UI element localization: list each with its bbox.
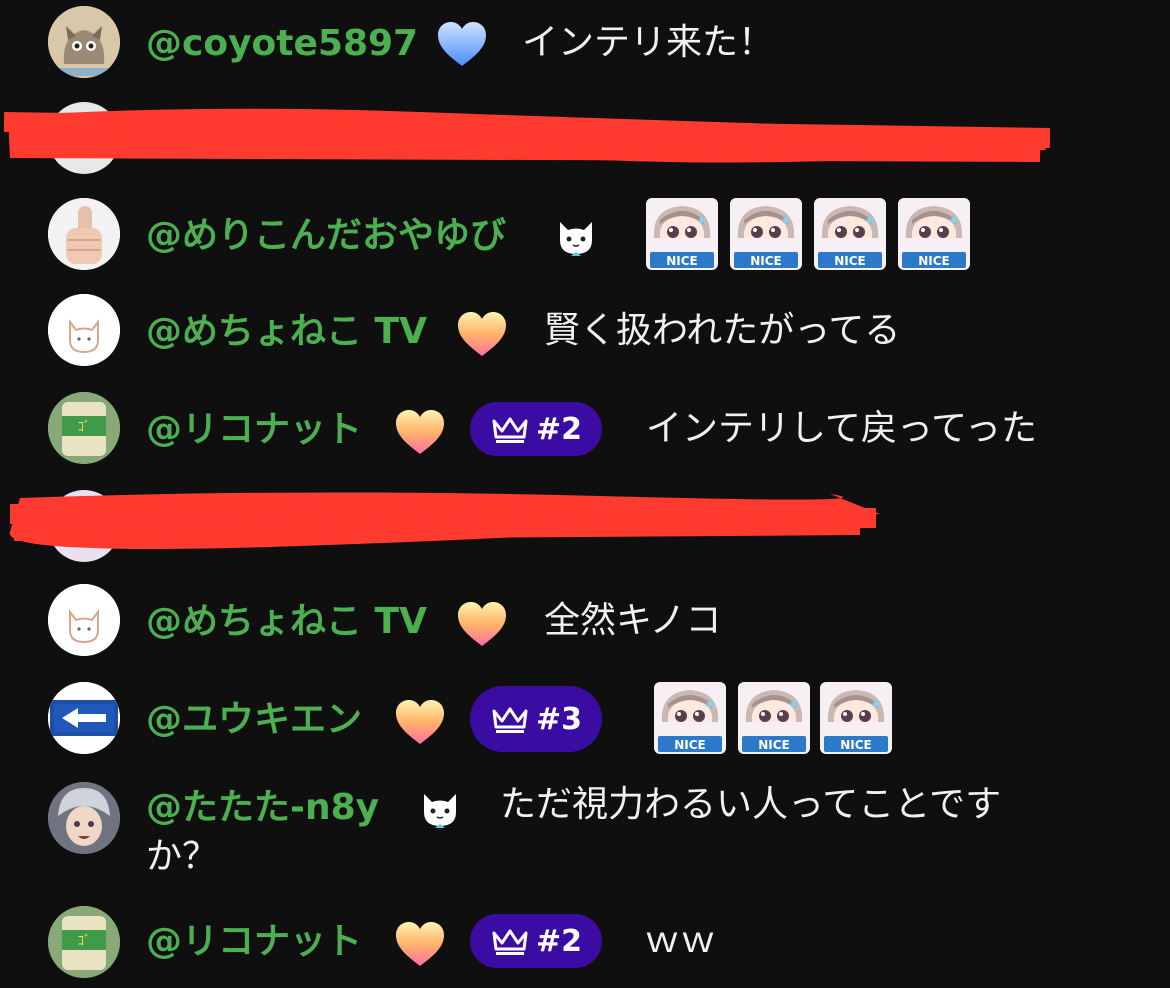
rank-label: #2 (536, 411, 583, 447)
rank-badge: #2 (470, 402, 602, 456)
gold-heart-icon (456, 600, 508, 648)
nice-sticker-icon (820, 682, 892, 754)
username[interactable]: @リコナット (146, 410, 362, 450)
crown-icon (490, 925, 530, 957)
message-text: 賢く扱われたがってる (544, 310, 901, 351)
rank-label: #2 (536, 923, 583, 959)
avatar[interactable] (48, 198, 120, 270)
chat-message: @めちょねこ TV 全然キノコ (0, 578, 1170, 668)
chat-message: @coyote5897 インテリ来た！ (0, 0, 1170, 90)
avatar[interactable]: ｺﾞ (48, 392, 120, 464)
redaction-scribble (9, 492, 880, 549)
gold-heart-icon (394, 698, 446, 746)
rank-label: #3 (536, 701, 583, 737)
username[interactable]: @coyote5897 (146, 24, 418, 64)
rank-badge: #3 (470, 686, 602, 752)
chat-message: @ユウキエン #3 (0, 676, 1170, 772)
avatar[interactable] (48, 682, 120, 754)
redacted-message (0, 94, 1170, 184)
username[interactable]: @ユウキエン (146, 700, 362, 740)
redacted-message (0, 480, 1170, 570)
nice-sticker-icon (646, 198, 718, 270)
cat-icon (554, 214, 598, 258)
message-text-line-2: か？ (146, 836, 219, 877)
svg-text:ｺﾞ: ｺﾞ (78, 420, 91, 435)
nice-sticker-icon (730, 198, 802, 270)
message-text: ｗｗ (644, 920, 717, 961)
chat-message: ｺﾞ @リコナット #2 インテリして戻ってった (0, 386, 1170, 476)
chat-message: ｺﾞ @リコナット #2 ｗｗ (0, 898, 1170, 988)
blue-heart-icon (436, 20, 488, 68)
redaction-scribble (3, 108, 1051, 163)
nice-sticker-icon (738, 682, 810, 754)
svg-text:ｺﾞ: ｺﾞ (78, 934, 91, 949)
username[interactable]: @たたた-n8y (146, 788, 379, 828)
nice-sticker-icon (654, 682, 726, 754)
message-text: 全然キノコ (544, 600, 722, 641)
username[interactable]: @めちょねこ TV (146, 602, 427, 642)
chat-message: @めちょねこ TV 賢く扱われたがってる (0, 288, 1170, 378)
chat-message: @たたた-n8y ただ視力わるい人ってことです か？ (0, 776, 1170, 896)
username[interactable]: @めりこんだおやゆび (146, 216, 506, 256)
avatar[interactable] (48, 782, 120, 854)
username[interactable]: @めちょねこ TV (146, 312, 427, 352)
cat-icon (418, 786, 462, 830)
avatar[interactable] (48, 294, 120, 366)
avatar[interactable] (48, 584, 120, 656)
message-text-line-1: ただ視力わるい人ってことです (500, 784, 1002, 825)
chat-message: @めりこんだおやゆび (0, 192, 1170, 282)
avatar[interactable]: ｺﾞ (48, 906, 120, 978)
message-text: インテリ来た！ (522, 22, 775, 63)
crown-icon (490, 703, 530, 735)
avatar[interactable] (48, 6, 120, 78)
gold-heart-icon (394, 920, 446, 968)
nice-sticker-icon (898, 198, 970, 270)
message-text: インテリして戻ってった (646, 408, 1037, 449)
username[interactable]: @リコナット (146, 922, 362, 962)
gold-heart-icon (394, 408, 446, 456)
nice-sticker-icon (814, 198, 886, 270)
rank-badge: #2 (470, 914, 602, 968)
crown-icon (490, 413, 530, 445)
gold-heart-icon (456, 310, 508, 358)
